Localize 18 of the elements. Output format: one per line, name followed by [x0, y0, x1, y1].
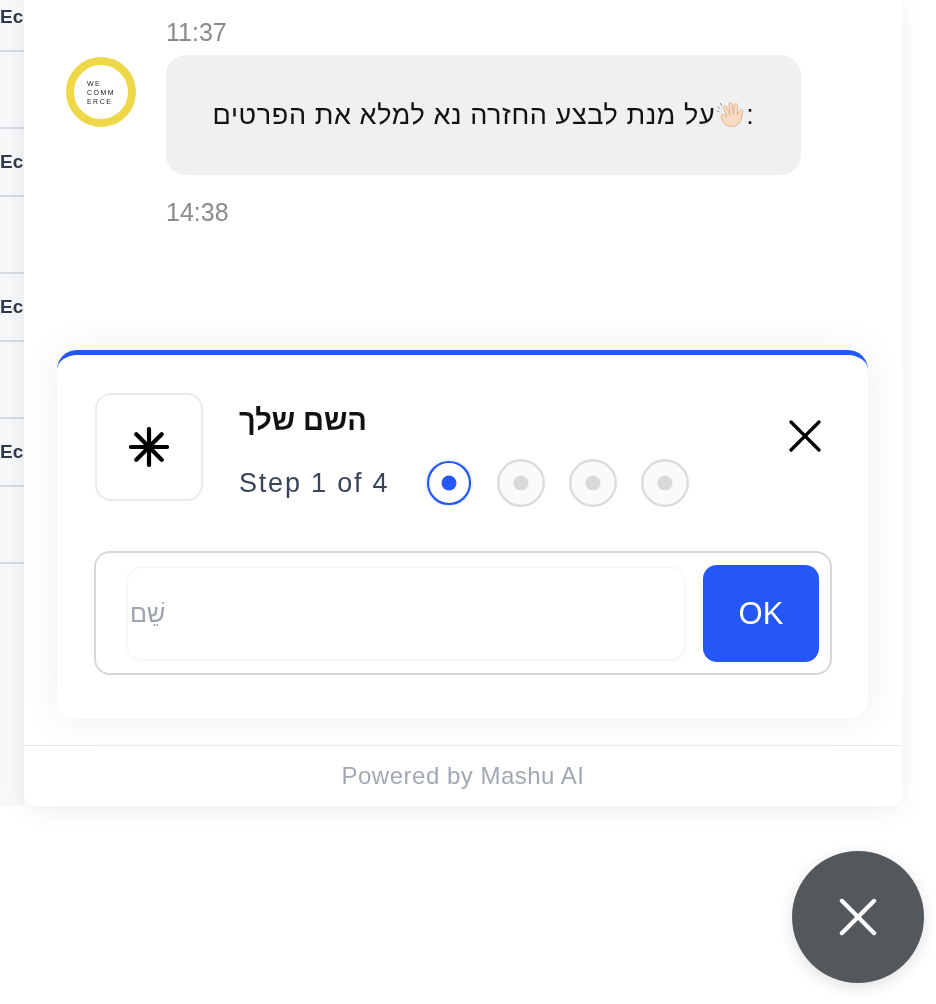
name-input-field[interactable]: שֵׁם: [127, 567, 685, 660]
colon-text: :: [746, 99, 755, 132]
waving-hand-icon: [717, 101, 746, 129]
ok-button[interactable]: OK: [703, 565, 819, 662]
asterisk-icon: [95, 393, 203, 501]
step-label: Step 1 of 4: [239, 467, 390, 500]
close-icon: [789, 420, 821, 452]
close-icon: [839, 898, 877, 936]
message-text: על מנת לבצע החזרה נא למלא את הפרטים: [212, 99, 716, 132]
list-item-text: Ec: [0, 150, 24, 174]
message-time: 14:38: [166, 197, 229, 227]
list-item-text: Ec: [0, 5, 24, 29]
close-button[interactable]: [789, 420, 821, 452]
list-item-text: Ec: [0, 440, 24, 464]
message-time: 11:37: [166, 17, 227, 47]
form-title: השם שלך: [239, 404, 367, 437]
list-item-text: Ec: [0, 295, 24, 319]
powered-by-text: Powered by Mashu AI: [341, 761, 585, 791]
